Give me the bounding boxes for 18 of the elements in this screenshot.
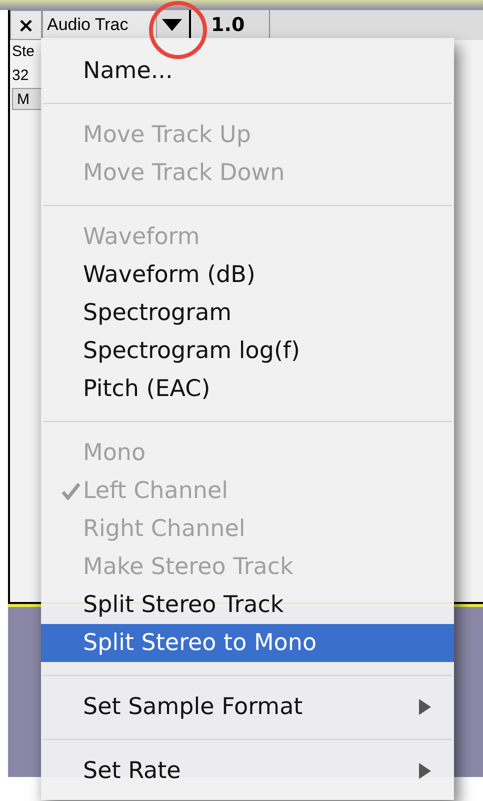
menu-item[interactable]: Set Rate (41, 752, 454, 790)
menu-item[interactable]: Split Stereo Track (41, 586, 454, 624)
menu-item[interactable]: Spectrogram log(f) (41, 332, 454, 370)
menu-item[interactable]: Set Sample Format (41, 688, 454, 726)
track-info-text: Ste (12, 42, 35, 62)
dropdown-caret-icon[interactable] (161, 18, 183, 32)
menu-item[interactable]: Pitch (EAC) (41, 370, 454, 408)
submenu-arrow-icon (418, 762, 432, 780)
mute-button[interactable]: M (12, 88, 44, 110)
track-name-button[interactable]: Audio Trac (42, 10, 157, 40)
highlight-circle (148, 0, 208, 60)
menu-item[interactable]: Spectrogram (41, 294, 454, 332)
menu-item[interactable]: Split Stereo to Mono (41, 624, 454, 662)
menu-item[interactable]: Name... (41, 52, 454, 90)
menu-item[interactable]: Waveform (dB) (41, 256, 454, 294)
close-button[interactable]: × (10, 10, 42, 40)
submenu-arrow-icon (418, 698, 432, 716)
track-info-text: 32 (12, 66, 29, 86)
